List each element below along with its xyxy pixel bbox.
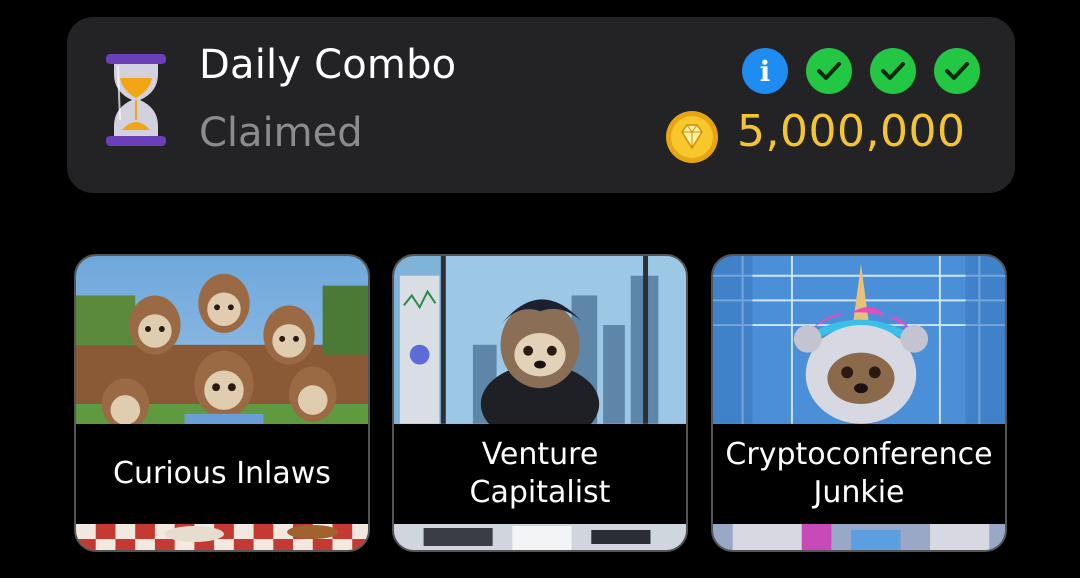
card-venture-capitalist[interactable]: Venture Capitalist [392, 254, 688, 552]
card-curious-inlaws[interactable]: Curious Inlaws [74, 254, 370, 552]
card-art-footer [394, 524, 686, 550]
card-cryptoconference-junkie[interactable]: Cryptoconference Junkie [711, 254, 1007, 552]
check-icon [806, 48, 852, 94]
info-icon[interactable]: i [742, 48, 788, 94]
card-label: Venture Capitalist [394, 424, 686, 524]
claim-status: Claimed [199, 110, 363, 156]
info-glyph: i [759, 54, 771, 88]
coin-icon [666, 111, 718, 163]
reward-amount: 5,000,000 [737, 106, 966, 157]
check-icon [870, 48, 916, 94]
card-label: Curious Inlaws [76, 424, 368, 524]
daily-combo-title: Daily Combo [199, 42, 457, 88]
card-art-footer [713, 524, 1005, 550]
hourglass-icon [106, 54, 166, 146]
check-icon [934, 48, 980, 94]
card-label: Cryptoconference Junkie [713, 424, 1005, 524]
card-art-footer [76, 524, 368, 550]
